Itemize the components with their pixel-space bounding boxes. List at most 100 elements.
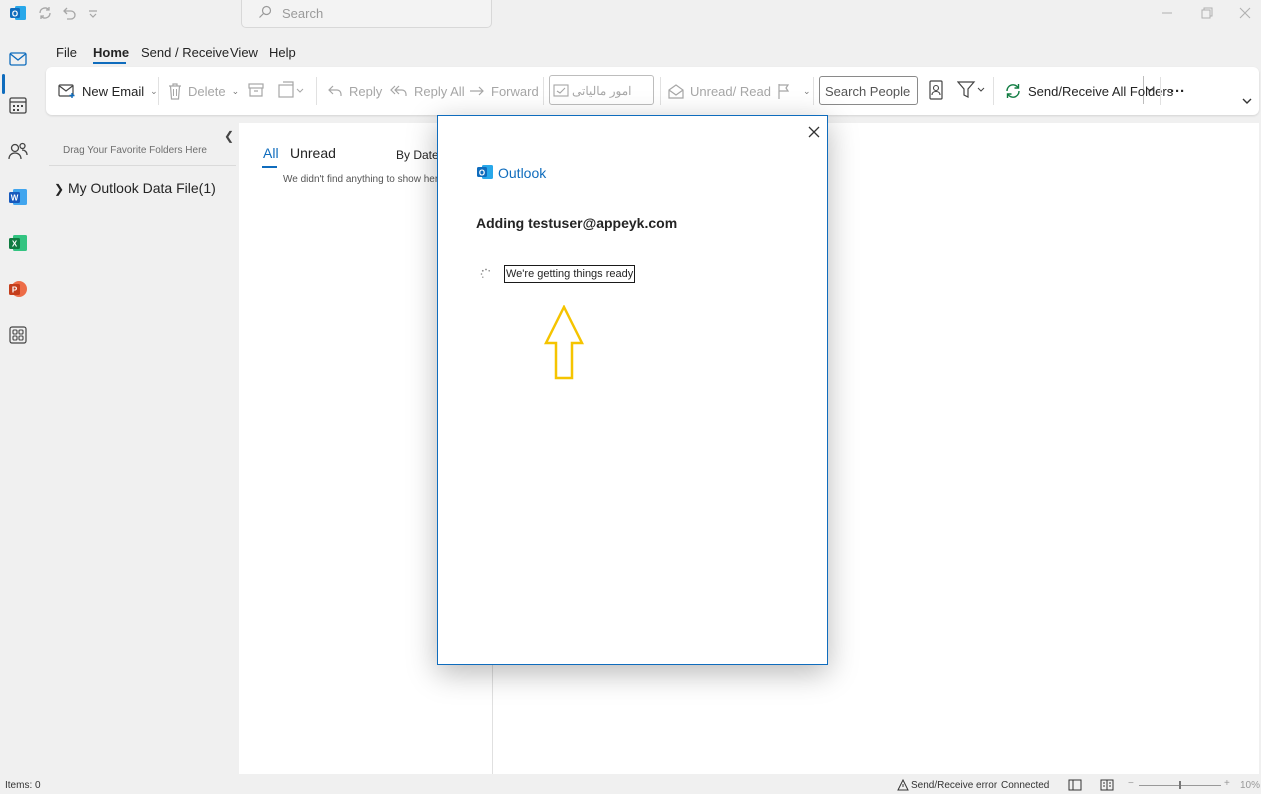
svg-text:W: W: [11, 194, 19, 203]
active-tab-indicator: [93, 62, 126, 64]
svg-text:O: O: [479, 169, 485, 178]
filter-tab-all[interactable]: All: [263, 145, 279, 161]
collapse-pane-icon[interactable]: ❮: [224, 129, 234, 143]
filter-icon[interactable]: [957, 80, 985, 100]
divider: [660, 77, 661, 105]
reply-all-button[interactable]: Reply All: [390, 81, 465, 101]
status-bar: Items: 0 Send/Receive error Connected − …: [0, 776, 1261, 794]
new-email-label: New Email: [82, 83, 145, 99]
people-icon[interactable]: [7, 140, 29, 162]
send-receive-error[interactable]: Send/Receive error: [911, 780, 997, 791]
data-file-label: My Outlook Data File(1): [67, 180, 216, 196]
items-count: Items: 0: [5, 780, 41, 791]
reply-label: Reply: [349, 83, 383, 99]
powerpoint-icon[interactable]: P: [7, 278, 29, 300]
archive-icon[interactable]: [248, 82, 264, 98]
reply-button[interactable]: Reply: [327, 81, 382, 101]
reply-all-icon: [390, 85, 407, 96]
chevron-down-icon[interactable]: ⌄: [150, 86, 158, 97]
reply-icon: [328, 85, 342, 96]
divider: [158, 77, 159, 105]
reply-all-label: Reply All: [414, 83, 465, 99]
tab-file[interactable]: File: [56, 45, 77, 60]
refresh-icon: [1006, 84, 1020, 98]
tab-view[interactable]: View: [230, 45, 258, 60]
divider: [316, 77, 317, 105]
delete-label: Delete: [188, 83, 226, 99]
outlook-app-icon: O: [10, 6, 26, 20]
restore-icon[interactable]: [1195, 3, 1217, 23]
filter-tab-unread[interactable]: Unread: [290, 145, 336, 161]
title-bar: O Search: [0, 0, 1261, 28]
sort-by-date-button[interactable]: By Date: [396, 148, 439, 162]
close-window-icon[interactable]: [1234, 3, 1256, 23]
zoom-out-icon[interactable]: −: [1128, 778, 1134, 789]
rail-active-indicator: [2, 74, 5, 94]
outlook-logo-icon: O: [477, 165, 493, 179]
trash-icon: [169, 83, 181, 100]
minimize-icon[interactable]: [1156, 3, 1178, 23]
more-apps-icon[interactable]: [7, 324, 29, 346]
tab-home[interactable]: Home: [93, 45, 129, 60]
zoom-in-icon[interactable]: +: [1224, 778, 1230, 789]
ribbon-expand-icon[interactable]: [1242, 97, 1252, 105]
app-rail: W X P: [0, 28, 36, 774]
svg-text:X: X: [12, 240, 18, 249]
flag-icon: [778, 84, 790, 99]
flag-button[interactable]: ⌄: [777, 81, 811, 101]
search-placeholder: Search: [282, 6, 324, 21]
more-options-button[interactable]: ···: [1170, 81, 1185, 101]
warning-icon: [897, 779, 909, 791]
ribbon: New Email ⌄ Delete ⌄ Reply Reply All For…: [46, 67, 1259, 115]
move-icon[interactable]: [278, 81, 304, 99]
chevron-down-icon[interactable]: ⌄: [803, 86, 811, 97]
zoom-slider-thumb[interactable]: [1179, 781, 1181, 789]
undo-icon[interactable]: [60, 4, 78, 22]
divider: [49, 165, 236, 166]
quick-move-dropdown[interactable]: امور مالیاتی: [549, 75, 1154, 105]
unread-read-button[interactable]: Unread/ Read: [668, 81, 771, 101]
divider: [993, 77, 994, 105]
word-icon[interactable]: W: [7, 186, 29, 208]
search-input[interactable]: Search: [241, 0, 492, 28]
search-people-input[interactable]: Search People: [819, 76, 918, 105]
svg-text:P: P: [12, 286, 18, 295]
new-email-button[interactable]: New Email ⌄: [58, 81, 158, 101]
add-account-dialog: O Outlook Adding testuser@appeyk.com We'…: [437, 115, 828, 665]
quick-move-folder: امور مالیاتی: [572, 84, 632, 98]
chevron-right-icon: ❯: [54, 182, 65, 196]
dialog-status: We're getting things ready: [504, 265, 636, 283]
tab-help[interactable]: Help: [269, 45, 296, 60]
divider: [813, 77, 814, 105]
unread-read-label: Unread/ Read: [690, 83, 771, 99]
forward-button[interactable]: Forward: [469, 81, 539, 101]
svg-text:O: O: [12, 10, 18, 19]
folder-pane: ❮ Drag Your Favorite Folders Here ❯ My O…: [46, 123, 239, 774]
connection-status: Connected: [1001, 780, 1050, 791]
normal-view-icon[interactable]: [1068, 778, 1082, 792]
delete-button[interactable]: Delete ⌄: [168, 81, 239, 101]
send-receive-all-label: Send/Receive All Folders: [1028, 83, 1174, 99]
envelope-open-icon: [668, 84, 684, 99]
send-receive-all-button[interactable]: Send/Receive All Folders: [1004, 81, 1173, 101]
chevron-down-icon[interactable]: ⌄: [232, 86, 240, 97]
folder-move-icon: [553, 84, 569, 97]
active-filter-indicator: [262, 166, 277, 168]
calendar-icon[interactable]: [7, 94, 29, 116]
excel-icon[interactable]: X: [7, 232, 29, 254]
customize-toolbar-icon[interactable]: [84, 4, 102, 22]
zoom-level: 10%: [1240, 780, 1261, 791]
forward-label: Forward: [491, 83, 539, 99]
sync-icon[interactable]: [36, 4, 54, 22]
tab-send-receive[interactable]: Send / Receive: [141, 45, 229, 60]
mail-icon[interactable]: [7, 48, 29, 70]
address-book-icon[interactable]: [928, 80, 944, 100]
dialog-brand: Outlook: [498, 165, 547, 181]
reading-view-icon[interactable]: [1100, 778, 1114, 792]
close-icon[interactable]: [806, 124, 822, 140]
data-file-folder[interactable]: ❯ My Outlook Data File(1): [54, 180, 216, 196]
loading-spinner-icon: [480, 268, 490, 278]
favorites-hint: Drag Your Favorite Folders Here: [63, 145, 207, 156]
new-email-icon: [58, 84, 75, 98]
forward-icon: [470, 86, 484, 96]
